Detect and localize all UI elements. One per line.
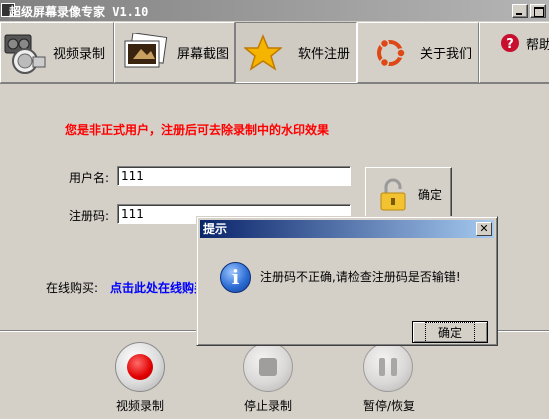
register-confirm-button[interactable]: 确定 [365,167,452,222]
help-icon: ? [500,33,520,53]
tab-about[interactable]: 关于我们 [357,22,479,83]
toolbar: 视频录制 屏幕截图 软件注册 关于我们 ? 帮助 [0,21,549,84]
buy-online-link[interactable]: 点击此处在线购买 [110,279,198,296]
tab-label: 帮助 [526,38,549,53]
unregistered-notice: 您是非正式用户，注册后可去除录制中的水印效果 [65,123,330,137]
window-title: 超级屏幕录像专家 V1.10 [9,5,149,19]
register-confirm-label: 确定 [418,188,443,202]
stop-label: 停止录制 [244,399,293,413]
maximize-button[interactable] [530,4,546,18]
buy-online-label: 在线购买: [46,281,99,295]
info-icon: i [220,262,251,293]
svg-text:?: ? [506,37,514,52]
ubuntu-logo-icon [372,35,408,71]
video-record-icon [3,31,47,75]
tab-label: 视频录制 [53,47,106,62]
dialog-title-bar: 提示 ✕ [200,220,494,238]
username-label: 用户名: [69,171,110,185]
lock-icon [378,178,408,212]
pause-label: 暂停/恢复 [363,399,416,413]
stop-button[interactable] [243,342,293,392]
dialog-title: 提示 [203,222,228,236]
tab-label: 关于我们 [420,47,473,62]
minimize-button[interactable] [512,4,528,18]
tab-label: 屏幕截图 [177,47,230,62]
screenshot-icon [121,31,169,73]
dialog-message: 注册码不正确,请检查注册码是否输错! [260,270,461,284]
tab-screenshot[interactable]: 屏幕截图 [114,22,235,83]
dialog-ok-button[interactable]: 确定 [412,321,488,343]
close-icon: ✕ [479,222,489,235]
record-icon [127,354,153,380]
tab-help[interactable]: ? 帮助 [479,22,549,83]
tab-video-record[interactable]: 视频录制 [0,22,114,83]
record-label: 视频录制 [116,399,165,413]
stop-icon [259,358,277,376]
message-dialog: 提示 ✕ i 注册码不正确,请检查注册码是否输错! 确定 [196,216,498,346]
record-button[interactable] [115,342,165,392]
tab-register[interactable]: 软件注册 [235,22,357,83]
pause-icon [379,358,397,376]
star-icon [242,33,284,72]
dialog-close-button[interactable]: ✕ [476,222,492,236]
title-bar: 超级屏幕录像专家 V1.10 [0,0,549,21]
dialog-ok-label: 确定 [424,321,475,343]
pause-button[interactable] [363,342,413,392]
username-input[interactable] [117,166,351,186]
tab-label: 软件注册 [298,47,351,62]
registration-code-label: 注册码: [69,209,110,223]
